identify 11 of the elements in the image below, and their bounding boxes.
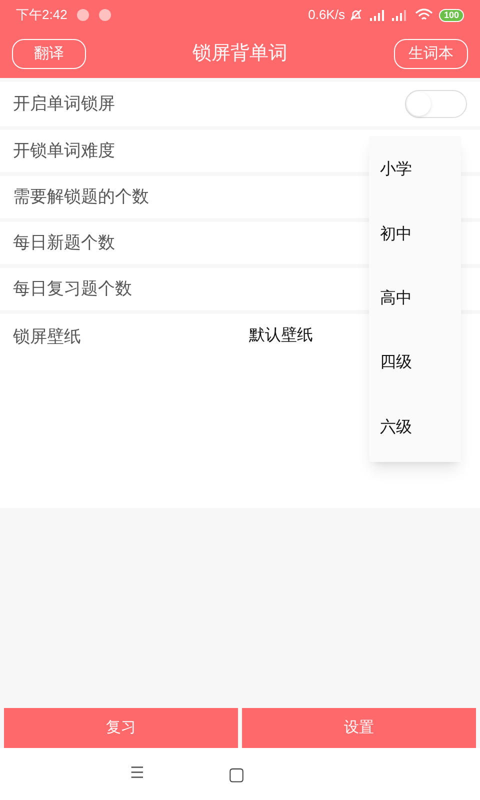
status-time: 下午2:42	[16, 6, 68, 24]
setting-value: 默认壁纸	[249, 326, 313, 346]
network-speed: 0.6K/s	[308, 6, 345, 24]
setting-label: 需要解锁题的个数	[13, 186, 149, 208]
setting-label: 锁屏壁纸	[13, 326, 82, 348]
setting-label: 开锁单词难度	[13, 140, 115, 162]
setting-label: 每日新题个数	[13, 232, 115, 254]
battery-indicator: 100	[438, 8, 464, 22]
page-title: 锁屏背单词	[192, 42, 288, 66]
setting-label: 每日复习题个数	[13, 278, 132, 300]
setting-label: 开启单词锁屏	[13, 93, 115, 116]
